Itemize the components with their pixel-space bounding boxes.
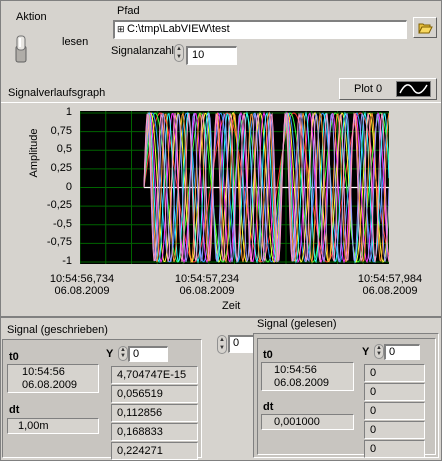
read-y-label: Y bbox=[362, 346, 370, 358]
toggle-switch-icon bbox=[15, 35, 27, 63]
plot-legend[interactable]: Plot 0 bbox=[339, 78, 437, 100]
path-value: C:\tmp\LabVIEW\test bbox=[127, 23, 230, 35]
sine-wave-icon bbox=[399, 84, 428, 94]
path-label: Pfad bbox=[117, 5, 140, 17]
y-tick-label: 1 bbox=[65, 106, 72, 118]
written-signal-label: Signal (geschrieben) bbox=[7, 324, 108, 336]
read-y-value: 0 bbox=[364, 402, 425, 420]
written-y-value: 0,056519 bbox=[111, 385, 198, 403]
written-y-index-spinner[interactable]: ▲ ▼ bbox=[118, 346, 128, 361]
y-axis-label: Amplitude bbox=[28, 128, 40, 178]
written-y-array: 4,704747E-15 0,056519 0,112856 0,168833 0,22… bbox=[111, 366, 198, 461]
signal-count-input[interactable]: 10 bbox=[186, 46, 237, 65]
array-index-input[interactable]: 0 bbox=[228, 335, 255, 353]
x-tick-label: 10:54:56,734 06.08.2009 bbox=[49, 273, 115, 297]
read-dt-value: 0,001000 bbox=[261, 414, 354, 430]
toggle-state-label: lesen bbox=[62, 36, 89, 48]
written-y-value: 0,168833 bbox=[111, 423, 198, 441]
read-y-array: 00000 bbox=[364, 364, 425, 459]
plot-area[interactable] bbox=[79, 111, 390, 264]
written-y-label: Y bbox=[106, 348, 114, 360]
signal-count-spinner[interactable]: ▲ ▼ bbox=[174, 44, 184, 62]
written-y-value: 0,112856 bbox=[111, 404, 198, 422]
written-y-value: 4,704747E-15 bbox=[111, 366, 198, 384]
read-y-value: 0 bbox=[364, 440, 425, 458]
written-dt-value: 1,00m bbox=[7, 418, 99, 434]
x-tick-label: 10:54:57,984 06.08.2009 bbox=[357, 273, 423, 297]
read-y-index-spinner[interactable]: ▲ ▼ bbox=[374, 344, 384, 359]
x-tick-label: 10:54:57,234 06.08.2009 bbox=[174, 273, 240, 297]
read-y-value: 0 bbox=[364, 421, 425, 439]
read-t0-label: t0 bbox=[263, 349, 273, 361]
written-t0-label: t0 bbox=[9, 351, 19, 363]
path-input[interactable]: ⊞ C:\tmp\LabVIEW\test bbox=[113, 20, 407, 39]
path-type-icon: ⊞ bbox=[117, 24, 125, 34]
section-divider bbox=[1, 317, 441, 318]
written-t0-date: 06.08.2009 bbox=[22, 379, 78, 391]
written-y-value: 0,224271 bbox=[111, 442, 198, 460]
read-y-value: 0 bbox=[364, 364, 425, 382]
y-tick-label: -0,5 bbox=[53, 217, 72, 230]
browse-folder-button[interactable] bbox=[413, 17, 437, 38]
legend-line-swatch bbox=[396, 81, 431, 97]
written-y-index[interactable]: 0 bbox=[128, 346, 168, 362]
read-t0-value: 10:54:56 06.08.2009 bbox=[261, 362, 354, 391]
written-t0-time: 10:54:56 bbox=[22, 366, 65, 378]
action-toggle-switch[interactable] bbox=[14, 34, 28, 64]
read-signal-label: Signal (gelesen) bbox=[257, 318, 337, 330]
legend-plot-name: Plot 0 bbox=[354, 83, 383, 95]
y-tick-label: -1 bbox=[62, 255, 72, 267]
read-t0-time: 10:54:56 bbox=[274, 364, 317, 376]
graph-title: Signalverlaufsgraph bbox=[8, 87, 106, 99]
plot-svg bbox=[79, 111, 390, 264]
read-dt-label: dt bbox=[263, 401, 274, 413]
read-t0-date: 06.08.2009 bbox=[274, 377, 330, 389]
array-index-spinner[interactable]: ▲ ▼ bbox=[217, 335, 227, 354]
written-t0-value: 10:54:56 06.08.2009 bbox=[7, 364, 99, 393]
read-y-index[interactable]: 0 bbox=[384, 344, 420, 360]
action-label: Aktion bbox=[16, 11, 47, 23]
folder-open-icon bbox=[418, 23, 433, 34]
y-tick-label: -0,75 bbox=[46, 236, 72, 249]
written-dt-label: dt bbox=[9, 404, 20, 416]
y-tick-label: -0,25 bbox=[46, 199, 72, 212]
read-y-value: 0 bbox=[364, 383, 425, 401]
x-axis-label: Zeit bbox=[222, 300, 241, 312]
signal-count-label: Signalanzahl bbox=[111, 45, 174, 57]
